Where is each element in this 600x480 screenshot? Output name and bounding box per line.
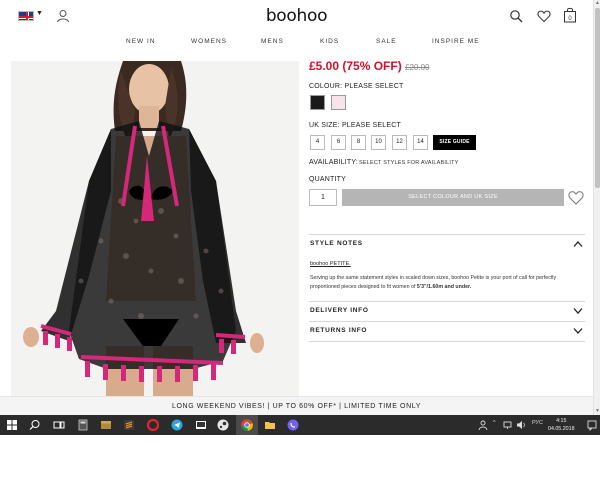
petite-link[interactable]: boohoo PETITE. (310, 261, 351, 267)
clock-date: 04.05.2018 (548, 426, 575, 432)
divider (309, 341, 585, 342)
sale-price: £5.00 (75% OFF) (309, 59, 402, 73)
product-image[interactable] (11, 61, 299, 413)
telegram-icon[interactable] (170, 418, 184, 432)
style-notes-height: 5'3"/1.60m and under. (416, 283, 472, 290)
size-label: UK SIZE: PLEASE SELECT (309, 122, 401, 129)
size-guide-button[interactable]: SIZE GUIDE (433, 135, 476, 150)
sublime-text-icon[interactable] (122, 418, 136, 432)
opera-icon[interactable] (146, 418, 160, 432)
taskbar-clock[interactable]: 4:15 04.05.2018 (548, 417, 575, 433)
people-icon[interactable] (478, 419, 488, 431)
archive-icon[interactable] (99, 418, 113, 432)
windows-start-icon[interactable] (5, 418, 19, 432)
add-to-bag-button[interactable]: SELECT COLOUR AND UK SIZE (342, 189, 564, 206)
steam-icon[interactable] (216, 418, 230, 432)
volume-icon[interactable] (516, 420, 526, 430)
calculator-icon[interactable] (76, 418, 90, 432)
task-view-icon[interactable] (52, 418, 66, 432)
colour-swatch-black[interactable] (310, 95, 325, 110)
main-nav: NEW IN WOMENS MENS KIDS SALE INSPIRE ME (0, 38, 593, 50)
heart-icon[interactable] (537, 9, 551, 23)
divider (309, 301, 585, 302)
search-icon[interactable] (28, 418, 42, 432)
delivery-info-title[interactable]: DELIVERY INFO (310, 307, 369, 314)
colour-label-key: COLOUR: (309, 83, 343, 90)
size-label-value: PLEASE SELECT (341, 122, 401, 129)
size-option-4[interactable]: 4 (310, 135, 325, 150)
search-icon[interactable] (509, 9, 523, 23)
boohoo-logo[interactable]: boohoo (0, 6, 593, 26)
availability-label: AVAILABILITY: (309, 159, 359, 166)
windows-taskbar: ^ РУС 4:15 04.05.2018 (0, 415, 600, 435)
chevron-down-icon[interactable] (573, 327, 583, 335)
nav-item-inspire-me[interactable]: INSPIRE ME (432, 38, 480, 45)
style-notes-title[interactable]: STYLE NOTES (310, 240, 363, 247)
returns-info-title[interactable]: RETURNS INFO (310, 327, 367, 334)
desktop-app-icon[interactable] (194, 418, 208, 432)
colour-swatch-pink[interactable] (331, 95, 346, 110)
browser-viewport: ▼ boohoo 0 NEW IN WOMENS MENS KIDS SALE … (0, 0, 593, 415)
viber-icon[interactable] (286, 418, 300, 432)
nav-item-new-in[interactable]: NEW IN (126, 38, 155, 45)
chrome-icon[interactable] (240, 418, 254, 432)
divider (309, 234, 585, 235)
original-price: £20.00 (405, 63, 430, 72)
tray-chevron-icon[interactable]: ^ (493, 420, 496, 426)
wishlist-heart-icon[interactable] (568, 190, 584, 205)
model-photo (11, 61, 299, 413)
bag-count: 0 (568, 16, 572, 22)
quantity-label: QUANTITY (309, 176, 346, 183)
chevron-down-icon[interactable] (573, 307, 583, 315)
availability-text: SELECT STYLES FOR AVAILABILITY (359, 160, 459, 166)
size-label-key: UK SIZE: (309, 122, 340, 129)
nav-item-kids[interactable]: KIDS (320, 38, 339, 45)
quantity-input[interactable]: 1 (309, 189, 337, 206)
folder-icon[interactable] (263, 418, 277, 432)
size-option-6[interactable]: 6 (331, 135, 346, 150)
divider (309, 321, 585, 322)
style-notes-text: Serving up the same statement styles in … (310, 274, 584, 291)
size-option-14[interactable]: 14 (413, 135, 428, 150)
nav-item-mens[interactable]: MENS (261, 38, 284, 45)
scroll-down-icon[interactable]: ▼ (594, 408, 600, 415)
nav-item-womens[interactable]: WOMENS (191, 38, 227, 45)
network-icon[interactable] (503, 420, 513, 430)
clock-time: 4:15 (556, 418, 567, 424)
colour-label: COLOUR: PLEASE SELECT (309, 83, 403, 90)
colour-label-value: PLEASE SELECT (344, 83, 404, 90)
nav-item-sale[interactable]: SALE (376, 38, 397, 45)
chevron-up-icon[interactable] (573, 240, 583, 248)
page-scrollbar[interactable]: ▲ ▼ (593, 0, 600, 415)
bag-icon[interactable]: 0 (563, 7, 577, 23)
size-option-8[interactable]: 8 (351, 135, 366, 150)
notifications-icon[interactable] (587, 419, 597, 431)
language-indicator[interactable]: РУС (532, 420, 543, 426)
scroll-up-icon[interactable]: ▲ (594, 0, 600, 7)
promo-banner[interactable]: LONG WEEKEND VIBES! | UP TO 60% OFF* | L… (0, 396, 593, 415)
scrollbar-thumb[interactable] (595, 8, 600, 188)
size-option-12[interactable]: 12 (392, 135, 407, 150)
site-header: ▼ boohoo 0 (0, 0, 593, 34)
size-option-10[interactable]: 10 (371, 135, 386, 150)
